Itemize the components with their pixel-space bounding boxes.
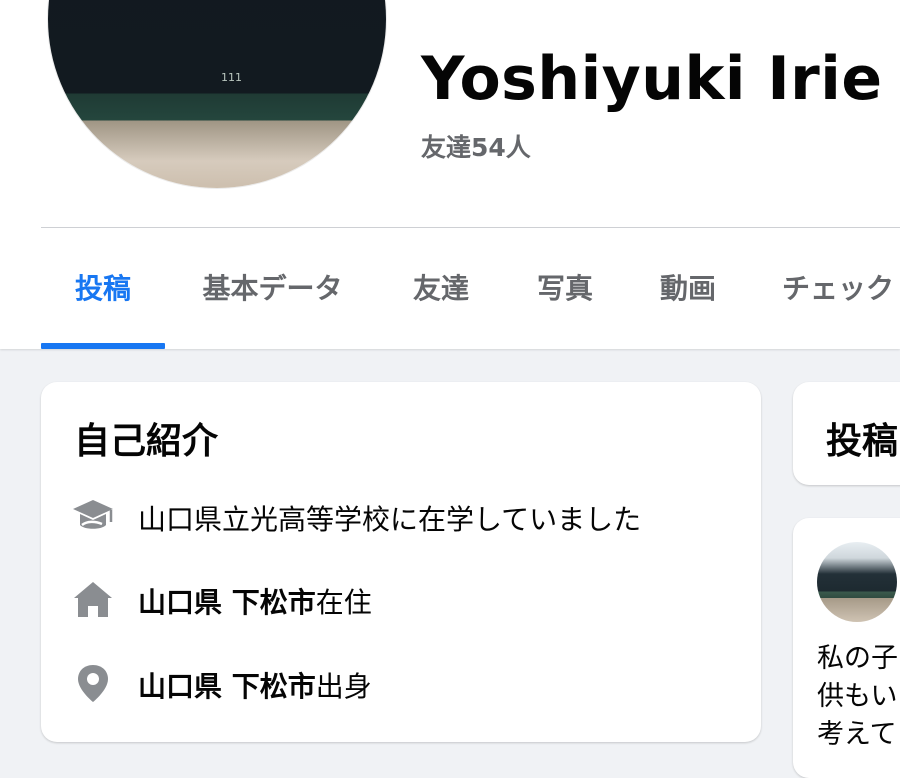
- intro-education-text[interactable]: 山口県立光高等学校に在学していました: [138, 498, 641, 538]
- post-card: 私の子 供もい 考えて: [793, 518, 900, 778]
- posts-title: 投稿: [826, 421, 899, 462]
- intro-residence-text: 山口県 下松市在住: [138, 581, 372, 621]
- tab-photos[interactable]: 写真: [533, 262, 597, 349]
- profile-tabs: 投稿 基本データ 友達 写真 動画 チェック: [41, 262, 900, 349]
- hometown-place[interactable]: 山口県 下松市: [138, 670, 316, 703]
- tab-friends[interactable]: 友達: [409, 262, 473, 349]
- intro-residence-row: 山口県 下松市在住: [71, 579, 741, 619]
- posts-header-card: 投稿: [793, 382, 900, 485]
- tab-checkins[interactable]: チェック: [782, 262, 900, 349]
- post-text-line: 私の子: [817, 643, 898, 674]
- hometown-suffix: 出身: [315, 670, 372, 703]
- profile-avatar[interactable]: 111: [48, 0, 386, 188]
- profile-header: 111 Yoshiyuki Irie 友達54人 投稿 基本データ 友達 写真 …: [0, 0, 900, 349]
- post-text-line: 供もい: [817, 681, 898, 712]
- intro-hometown-row: 山口県 下松市出身: [71, 663, 741, 703]
- tab-videos[interactable]: 動画: [656, 262, 720, 349]
- profile-name: Yoshiyuki Irie: [421, 44, 883, 114]
- intro-hometown-text: 山口県 下松市出身: [138, 665, 372, 705]
- tab-posts[interactable]: 投稿: [41, 262, 165, 349]
- active-tab-indicator: [41, 343, 165, 349]
- avatar-fence-number: 111: [221, 71, 242, 84]
- post-text: 私の子 供もい 考えて: [817, 640, 900, 754]
- friends-count[interactable]: 友達54人: [421, 128, 531, 164]
- graduation-cap-icon: [73, 500, 113, 529]
- location-pin-icon: [78, 665, 108, 702]
- header-divider: [41, 227, 900, 228]
- residence-place[interactable]: 山口県 下松市: [138, 586, 316, 619]
- residence-suffix: 在住: [315, 586, 372, 619]
- tab-about[interactable]: 基本データ: [195, 262, 350, 349]
- post-text-line: 考えて: [817, 719, 897, 750]
- home-icon: [74, 582, 112, 617]
- intro-title: 自己紹介: [74, 421, 219, 462]
- intro-education-row: 山口県立光高等学校に在学していました: [71, 496, 741, 536]
- post-author-avatar[interactable]: [817, 542, 897, 622]
- intro-card: 自己紹介 山口県立光高等学校に在学していました 山口県 下松市在住 山口県 下松…: [41, 382, 761, 742]
